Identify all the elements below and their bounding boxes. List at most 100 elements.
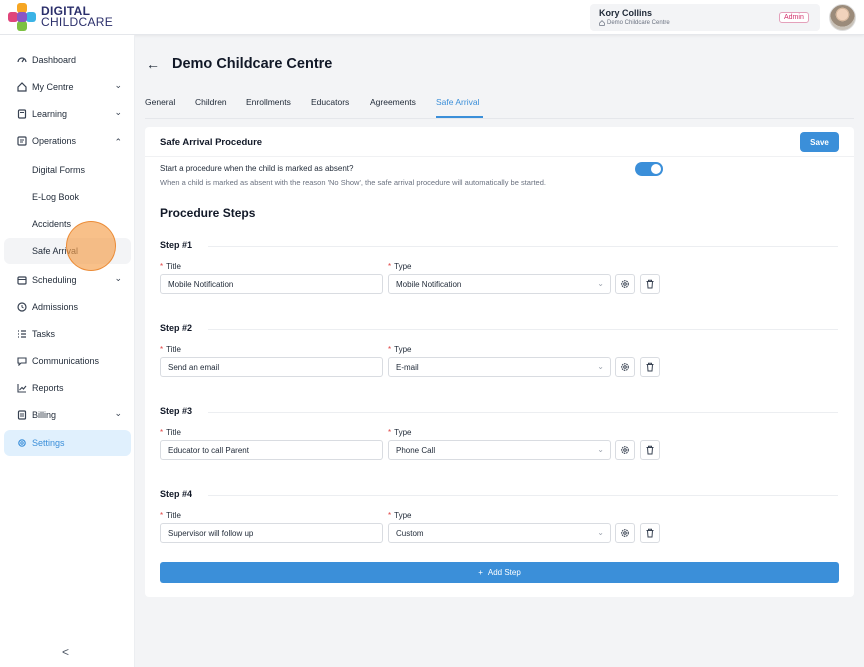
page-title: Demo Childcare Centre (172, 56, 333, 72)
clipboard-icon (17, 136, 27, 146)
chevron-up-icon: ⌃ (114, 137, 122, 147)
sidebar-item-reports[interactable]: Reports (4, 375, 131, 401)
home-icon (17, 82, 27, 92)
title-label-text: Title (166, 345, 181, 354)
type-label: * Type (388, 262, 411, 271)
avatar[interactable] (829, 4, 856, 31)
step-settings-button[interactable] (615, 274, 635, 294)
title-label: * Title (160, 428, 181, 437)
step-type-select[interactable]: Mobile Notification ⌄ (388, 274, 611, 294)
type-label: * Type (388, 511, 411, 520)
step-title-input[interactable]: Send an email (160, 357, 383, 377)
tab-safe-arrival[interactable]: Safe Arrival (436, 97, 479, 107)
step-delete-button[interactable] (640, 357, 660, 377)
sidebar-item-tasks[interactable]: Tasks (4, 321, 131, 347)
type-label-text: Type (394, 262, 412, 271)
click-indicator (66, 221, 116, 271)
step-title-input[interactable]: Supervisor will follow up (160, 523, 383, 543)
gear-icon (18, 439, 26, 447)
tab-agreements[interactable]: Agreements (370, 97, 416, 107)
sidebar-item-label: My Centre (32, 82, 74, 92)
sidebar-item-digital-forms[interactable]: Digital Forms (4, 157, 131, 183)
step-title-input[interactable]: Educator to call Parent (160, 440, 383, 460)
sidebar-item-admissions[interactable]: Admissions (4, 294, 131, 320)
absent-procedure-toggle[interactable] (635, 162, 663, 176)
sidebar-item-my-centre[interactable]: My Centre ⌄ (4, 74, 131, 100)
tasks-icon (18, 330, 26, 338)
collapse-sidebar-button[interactable]: < (62, 645, 69, 659)
chevron-down-icon: ⌄ (597, 279, 604, 288)
type-label-text: Type (394, 345, 412, 354)
step-title-input[interactable]: Mobile Notification (160, 274, 383, 294)
active-tab-indicator (436, 116, 483, 118)
step-type-select[interactable]: Custom ⌄ (388, 523, 611, 543)
step-divider (208, 412, 838, 413)
toggle-knob (651, 164, 661, 174)
step-delete-button[interactable] (640, 523, 660, 543)
step-type-select[interactable]: E-mail ⌄ (388, 357, 611, 377)
required-mark: * (160, 262, 164, 271)
card-header: Safe Arrival Procedure Save (145, 127, 854, 157)
sidebar-item-label: Accidents (32, 219, 72, 229)
procedure-step: Step #2 * Title * Type Send an email E-mai… (160, 323, 840, 403)
sidebar-item-operations[interactable]: Operations ⌃ (4, 128, 131, 154)
sidebar-item-dashboard[interactable]: Dashboard (4, 47, 131, 73)
app-logo[interactable]: DIGITAL CHILDCARE (8, 3, 113, 31)
sidebar-item-e-log-book[interactable]: E-Log Book (4, 184, 131, 210)
chart-icon (17, 384, 27, 393)
required-mark: * (388, 428, 392, 437)
step-settings-button[interactable] (615, 440, 635, 460)
home-icon (599, 20, 605, 26)
tab-general[interactable]: General (145, 97, 175, 107)
user-centre: Demo Childcare Centre (599, 20, 670, 26)
sidebar-item-learning[interactable]: Learning ⌄ (4, 101, 131, 127)
sidebar-item-label: Billing (32, 410, 57, 420)
tab-children[interactable]: Children (195, 97, 227, 107)
step-settings-button[interactable] (615, 523, 635, 543)
trash-icon (646, 362, 654, 372)
step-type-value: Mobile Notification (396, 280, 462, 289)
required-mark: * (160, 345, 164, 354)
chevron-down-icon: ⌄ (114, 107, 122, 117)
title-label-text: Title (166, 428, 181, 437)
required-mark: * (388, 262, 392, 271)
step-settings-button[interactable] (615, 357, 635, 377)
step-delete-button[interactable] (640, 274, 660, 294)
logo-line2: CHILDCARE (41, 15, 114, 29)
sidebar-item-label: Scheduling (32, 275, 77, 285)
gear-icon (621, 363, 629, 371)
step-type-select[interactable]: Phone Call ⌄ (388, 440, 611, 460)
required-mark: * (160, 428, 164, 437)
step-delete-button[interactable] (640, 440, 660, 460)
gear-icon (621, 446, 629, 454)
step-label: Step #2 (160, 323, 193, 333)
sidebar-item-label: Settings (32, 438, 65, 448)
sidebar-item-label: Dashboard (32, 55, 77, 65)
step-type-value: Phone Call (396, 446, 436, 455)
required-mark: * (160, 511, 164, 520)
required-mark: * (388, 345, 392, 354)
sidebar-item-label: Operations (32, 136, 77, 146)
tab-educators[interactable]: Educators (311, 97, 349, 107)
save-button[interactable]: Save (800, 132, 839, 152)
procedure-steps-heading: Procedure Steps (160, 206, 256, 220)
step-divider (208, 495, 838, 496)
sidebar-item-label: Learning (32, 109, 68, 119)
card-title: Safe Arrival Procedure (160, 137, 263, 148)
add-step-button[interactable]: + Add Step (160, 562, 839, 583)
safe-arrival-card: Safe Arrival Procedure Save Start a proc… (145, 127, 854, 597)
absent-procedure-help: When a child is marked as absent with th… (160, 178, 546, 187)
sidebar-item-scheduling[interactable]: Scheduling ⌄ (4, 267, 131, 293)
sidebar-item-billing[interactable]: Billing ⌄ (4, 402, 131, 428)
title-label: * Title (160, 345, 181, 354)
sidebar-item-settings[interactable]: Settings (4, 430, 131, 456)
sidebar-item-communications[interactable]: Communications (4, 348, 131, 374)
step-type-value: Custom (396, 529, 424, 538)
puzzle-logo-icon (8, 3, 36, 31)
chevron-down-icon: ⌄ (597, 362, 604, 371)
back-arrow-icon[interactable]: ← (146, 56, 160, 72)
step-divider (208, 246, 838, 247)
chevron-down-icon: ⌄ (114, 80, 122, 90)
tab-enrollments[interactable]: Enrollments (246, 97, 291, 107)
step-label: Step #3 (160, 406, 193, 416)
